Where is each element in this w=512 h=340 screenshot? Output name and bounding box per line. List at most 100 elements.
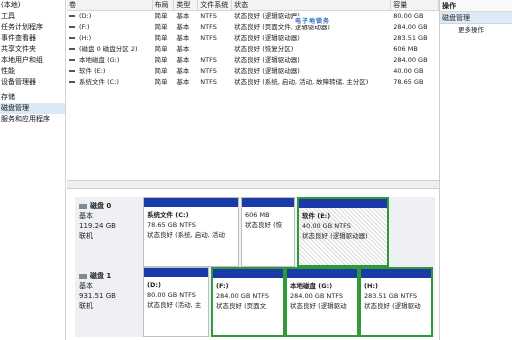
disk-info[interactable]: 磁盘 0 基本 119.24 GB 联机 bbox=[79, 201, 139, 241]
partition-status: 状态良好 (恢 bbox=[245, 221, 283, 229]
table-row[interactable]: 系统文件 (C:) 简单 基本 NTFS 状态良好 (系统, 启动, 活动, 故… bbox=[67, 77, 439, 88]
partition-size: 284.00 GB NTFS bbox=[216, 292, 269, 300]
disk-icon bbox=[79, 203, 87, 209]
cell-layout: 简单 bbox=[154, 23, 168, 31]
volume-table: 卷 布局 类型 文件系统 状态 容量 (D:) 简单 基本 NTFS 状态良好 … bbox=[67, 0, 439, 180]
cell-status: 状态良好 (逻辑驱动器) bbox=[234, 67, 300, 75]
nav-item-services[interactable]: 服务和应用程序 bbox=[0, 114, 65, 125]
partition-status: 状态良好 (逻辑驱动 bbox=[364, 302, 421, 310]
partition-title: (D:) bbox=[147, 281, 161, 289]
partition-bar bbox=[144, 198, 238, 207]
volume-icon bbox=[69, 37, 75, 39]
disk-row-1: 磁盘 1 基本 931.51 GB 联机 (D:) 80.00 GB NTFS … bbox=[75, 267, 435, 337]
cell-capacity: 283.51 GB bbox=[393, 34, 428, 42]
partition-status: 状态良好 (活动, 主 bbox=[147, 301, 202, 309]
partition-size: 78.65 GB NTFS bbox=[147, 221, 196, 229]
col-status[interactable]: 状态 bbox=[232, 0, 392, 10]
cell-volume: (磁盘 0 磁盘分区 2) bbox=[79, 45, 138, 53]
disk-info[interactable]: 磁盘 1 基本 931.51 GB 联机 bbox=[79, 271, 139, 311]
more-actions-item[interactable]: 更多操作 bbox=[440, 24, 512, 36]
partition-size: 283.51 GB NTFS bbox=[364, 292, 417, 300]
partition-bar bbox=[287, 269, 357, 278]
cell-volume: 系统文件 (C:) bbox=[79, 78, 119, 86]
actions-header: 操作 bbox=[440, 0, 512, 12]
partition-h[interactable]: (H:) 283.51 GB NTFS 状态良好 (逻辑驱动 bbox=[359, 267, 433, 337]
nav-item-event-viewer[interactable]: 事件查看器 bbox=[0, 33, 65, 44]
partition-recovery[interactable]: 606 MB 状态良好 (恢 bbox=[241, 197, 295, 267]
disk-size: 931.51 GB bbox=[79, 292, 116, 300]
cell-capacity: 284.00 GB bbox=[393, 23, 428, 31]
partition-d[interactable]: (D:) 80.00 GB NTFS 状态良好 (活动, 主 bbox=[143, 267, 209, 337]
partition-e-selected[interactable]: 软件 (E:) 40.00 GB NTFS 状态良好 (逻辑驱动器) bbox=[297, 197, 389, 267]
partition-f[interactable]: (F:) 284.00 GB NTFS 状态良好 (页面文 bbox=[211, 267, 285, 337]
table-row[interactable]: 软件 (E:) 简单 基本 NTFS 状态良好 (逻辑驱动器) 40.00 GB bbox=[67, 66, 439, 77]
table-row[interactable]: (H:) 简单 基本 NTFS 状态良好 (逻辑驱动器) 283.51 GB bbox=[67, 33, 439, 44]
col-layout[interactable]: 布局 bbox=[153, 0, 175, 10]
volume-icon bbox=[69, 59, 75, 61]
cell-type: 基本 bbox=[176, 34, 190, 42]
table-row[interactable]: (F:) 简单 基本 NTFS 状态良好 (页面文件, 逻辑驱动器) 284.0… bbox=[67, 22, 439, 33]
cell-volume: (H:) bbox=[79, 34, 92, 42]
table-row[interactable]: 本地磁盘 (G:) 简单 基本 NTFS 状态良好 (逻辑驱动器) 284.00… bbox=[67, 55, 439, 66]
cell-layout: 简单 bbox=[154, 67, 168, 75]
table-row[interactable]: (磁盘 0 磁盘分区 2) 简单 基本 状态良好 (恢复分区) 606 MB bbox=[67, 44, 439, 55]
cell-filesystem: NTFS bbox=[200, 56, 217, 64]
partition-title: 本地磁盘 (G:) bbox=[290, 282, 333, 290]
nav-item-disk-management[interactable]: 磁盘管理 bbox=[0, 103, 65, 114]
partition-status: 状态良好 (系统, 启动, 活动 bbox=[147, 231, 225, 239]
partition-c[interactable]: 系统文件 (C:) 78.65 GB NTFS 状态良好 (系统, 启动, 活动 bbox=[143, 197, 239, 267]
partition-bar bbox=[299, 199, 387, 208]
volume-icon bbox=[69, 70, 75, 72]
navigation-tree: (本地) 工具 任务计划程序 事件查看器 共享文件夹 本地用户和组 性能 设备管… bbox=[0, 0, 66, 340]
partition-bar bbox=[242, 198, 294, 207]
nav-item-tools[interactable]: 工具 bbox=[0, 11, 65, 22]
cell-layout: 简单 bbox=[154, 78, 168, 86]
nav-item-storage[interactable]: 存储 bbox=[0, 92, 65, 103]
partition-title: (H:) bbox=[364, 282, 378, 290]
cell-type: 基本 bbox=[176, 45, 190, 53]
volume-icon bbox=[69, 26, 75, 28]
nav-item-shared-folders[interactable]: 共享文件夹 bbox=[0, 44, 65, 55]
cell-status: 状态良好 (逻辑驱动器) bbox=[234, 56, 300, 64]
table-row[interactable]: (D:) 简单 基本 NTFS 状态良好 (逻辑驱动器) 80.00 GB bbox=[67, 11, 439, 22]
cell-filesystem bbox=[198, 44, 232, 55]
cell-capacity: 40.00 GB bbox=[393, 67, 424, 75]
volume-icon bbox=[69, 48, 75, 50]
disk-status: 联机 bbox=[79, 302, 93, 310]
partition-status: 状态良好 (页面文 bbox=[216, 302, 267, 310]
partition-bar bbox=[213, 269, 283, 278]
nav-item-local[interactable]: (本地) bbox=[0, 0, 65, 11]
cell-filesystem: NTFS bbox=[200, 23, 217, 31]
partition-size: 40.00 GB NTFS bbox=[302, 222, 351, 230]
col-capacity[interactable]: 容量 bbox=[391, 0, 439, 10]
cell-filesystem: NTFS bbox=[200, 34, 217, 42]
nav-item-performance[interactable]: 性能 bbox=[0, 66, 65, 77]
cell-status: 状态良好 (系统, 启动, 活动, 故障转储, 主分区) bbox=[234, 78, 369, 86]
cell-volume: 本地磁盘 (G:) bbox=[79, 56, 120, 64]
cell-status: 状态良好 (恢复分区) bbox=[234, 45, 294, 53]
partition-title: 系统文件 (C:) bbox=[147, 211, 189, 219]
disk-map: 磁盘 0 基本 119.24 GB 联机 系统文件 (C:) 78.65 GB … bbox=[67, 189, 439, 340]
partition-status: 状态良好 (逻辑驱动 bbox=[290, 302, 347, 310]
cell-volume: 软件 (E:) bbox=[79, 67, 106, 75]
nav-item-local-users[interactable]: 本地用户和组 bbox=[0, 55, 65, 66]
nav-item-task-scheduler[interactable]: 任务计划程序 bbox=[0, 22, 65, 33]
partition-title: 软件 (E:) bbox=[302, 212, 331, 220]
partition-title: (F:) bbox=[216, 282, 229, 290]
cell-layout: 简单 bbox=[154, 12, 168, 20]
col-filesystem[interactable]: 文件系统 bbox=[198, 0, 233, 10]
partition-g[interactable]: 本地磁盘 (G:) 284.00 GB NTFS 状态良好 (逻辑驱动 bbox=[285, 267, 359, 337]
disk-row-0: 磁盘 0 基本 119.24 GB 联机 系统文件 (C:) 78.65 GB … bbox=[75, 197, 435, 267]
cell-layout: 简单 bbox=[154, 56, 168, 64]
col-type[interactable]: 类型 bbox=[174, 0, 199, 10]
partition-bar bbox=[144, 268, 208, 277]
disk-size: 119.24 GB bbox=[79, 222, 116, 230]
cell-volume: (D:) bbox=[79, 12, 92, 20]
disk-status: 联机 bbox=[79, 232, 93, 240]
nav-item-device-manager[interactable]: 设备管理器 bbox=[0, 77, 65, 88]
col-volume[interactable]: 卷 bbox=[67, 0, 153, 10]
pane-splitter[interactable] bbox=[67, 180, 439, 189]
cell-type: 基本 bbox=[176, 67, 190, 75]
cell-capacity: 284.00 GB bbox=[393, 56, 428, 64]
actions-section-disk-management[interactable]: 磁盘管理 bbox=[440, 12, 512, 24]
